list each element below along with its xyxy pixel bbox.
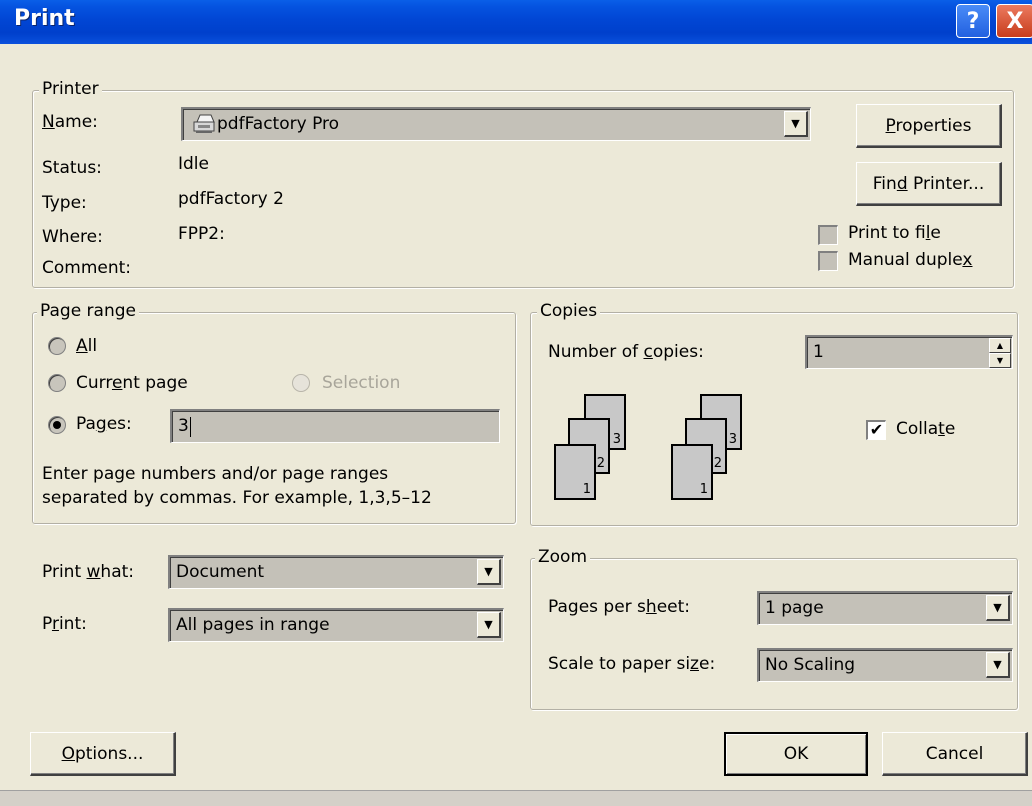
- selection-radio[interactable]: [292, 374, 310, 392]
- current-page-radio[interactable]: [48, 374, 66, 392]
- zoom-group: Zoom: [530, 547, 1018, 710]
- copies-spin-up[interactable]: ▲: [989, 338, 1011, 353]
- chevron-down-icon: ▼: [996, 356, 1004, 365]
- cancel-button-label: Cancel: [925, 743, 984, 764]
- all-radio[interactable]: [48, 337, 66, 355]
- scale-to-paper-size-dropdown-arrow[interactable]: ▼: [986, 652, 1010, 678]
- print-value: All pages in range: [176, 615, 330, 635]
- properties-button-label: Properties: [885, 115, 972, 136]
- options-button-label: Options...: [61, 743, 144, 764]
- chevron-down-icon: ▼: [791, 117, 800, 130]
- help-button[interactable]: ?: [956, 4, 990, 38]
- zoom-group-label: Zoom: [535, 547, 591, 567]
- pages-per-sheet-value: 1 page: [765, 598, 824, 618]
- pages-input[interactable]: 3: [170, 409, 500, 443]
- collate-checkbox[interactable]: ✔: [866, 420, 886, 440]
- print-what-value: Document: [176, 562, 265, 582]
- chevron-down-icon: ▼: [993, 601, 1002, 614]
- ok-button[interactable]: OK: [724, 732, 868, 776]
- printer-group-label: Printer: [39, 79, 102, 99]
- find-printer-button-label: Find Printer...: [872, 173, 985, 194]
- chevron-down-icon: ▼: [484, 618, 493, 631]
- properties-button[interactable]: Properties: [856, 104, 1002, 148]
- pages-input-value: 3: [178, 416, 189, 436]
- print-to-file-checkbox[interactable]: [818, 225, 838, 245]
- number-of-copies-value: 1: [813, 342, 824, 362]
- check-icon: ✔: [869, 420, 884, 439]
- print-what-dropdown-arrow[interactable]: ▼: [477, 559, 501, 585]
- print-what-label: Print what:: [42, 562, 135, 582]
- pages-per-sheet-label: Pages per sheet:: [548, 597, 691, 617]
- background-window-strip: [0, 790, 1032, 806]
- scale-to-paper-size-dropdown[interactable]: No Scaling ▼: [757, 648, 1013, 682]
- pages-radio[interactable]: [48, 416, 66, 434]
- copies-group-label: Copies: [537, 301, 601, 321]
- type-value: pdfFactory 2: [178, 189, 284, 209]
- printer-name-value: pdfFactory Pro: [217, 114, 340, 134]
- status-label: Status:: [42, 158, 102, 178]
- chevron-down-icon: ▼: [993, 658, 1002, 671]
- selection-radio-label[interactable]: Selection: [322, 373, 400, 393]
- pages-radio-label[interactable]: Pages:: [76, 414, 132, 434]
- chevron-down-icon: ▼: [484, 565, 493, 578]
- number-of-copies-label: Number of copies:: [548, 342, 704, 362]
- ok-button-label: OK: [783, 744, 809, 764]
- printer-name-dropdown-arrow[interactable]: ▼: [784, 111, 808, 137]
- options-button[interactable]: Options...: [30, 732, 176, 776]
- radio-selected-dot: [53, 421, 61, 429]
- printer-name-dropdown[interactable]: pdfFactory Pro ▼: [181, 107, 811, 141]
- print-to-file-label[interactable]: Print to file: [848, 223, 941, 243]
- printer-icon: [191, 113, 217, 135]
- page-range-help-line2: separated by commas. For example, 1,3,5–…: [42, 488, 432, 508]
- all-radio-label[interactable]: All: [76, 336, 97, 356]
- close-button[interactable]: X: [996, 4, 1032, 38]
- status-value: Idle: [178, 154, 209, 174]
- pages-per-sheet-dropdown[interactable]: 1 page ▼: [757, 591, 1013, 625]
- pages-per-sheet-dropdown-arrow[interactable]: ▼: [986, 595, 1010, 621]
- current-page-radio-label[interactable]: Current page: [76, 373, 188, 393]
- page-range-group-label: Page range: [37, 301, 139, 321]
- collate-label[interactable]: Collate: [896, 419, 955, 439]
- manual-duplex-checkbox[interactable]: [818, 251, 838, 271]
- printer-name-label: Name:: [42, 112, 98, 132]
- comment-label: Comment:: [42, 258, 132, 278]
- print-dropdown[interactable]: All pages in range ▼: [168, 608, 504, 642]
- scale-to-paper-size-value: No Scaling: [765, 655, 856, 675]
- collate-page-icon: 1: [554, 444, 596, 500]
- title-bar: Print ? X: [0, 0, 1032, 44]
- manual-duplex-label[interactable]: Manual duplex: [848, 250, 972, 270]
- where-value: FPP2:: [178, 224, 225, 244]
- copies-spin-down[interactable]: ▼: [989, 353, 1011, 368]
- page-range-help-line1: Enter page numbers and/or page ranges: [42, 464, 389, 484]
- where-label: Where:: [42, 227, 103, 247]
- close-icon: X: [1006, 8, 1024, 34]
- window-title: Print: [14, 6, 75, 31]
- scale-to-paper-size-label: Scale to paper size:: [548, 654, 716, 674]
- print-dropdown-arrow[interactable]: ▼: [477, 612, 501, 638]
- help-icon: ?: [966, 8, 980, 34]
- text-cursor: [190, 417, 191, 437]
- print-label: Print:: [42, 614, 87, 634]
- print-what-dropdown[interactable]: Document ▼: [168, 555, 504, 589]
- cancel-button[interactable]: Cancel: [882, 732, 1028, 776]
- find-printer-button[interactable]: Find Printer...: [856, 162, 1002, 206]
- number-of-copies-input[interactable]: 1 ▲ ▼: [805, 335, 1013, 369]
- type-label: Type:: [42, 193, 87, 213]
- collate-page-icon: 1: [671, 444, 713, 500]
- chevron-up-icon: ▲: [996, 341, 1004, 350]
